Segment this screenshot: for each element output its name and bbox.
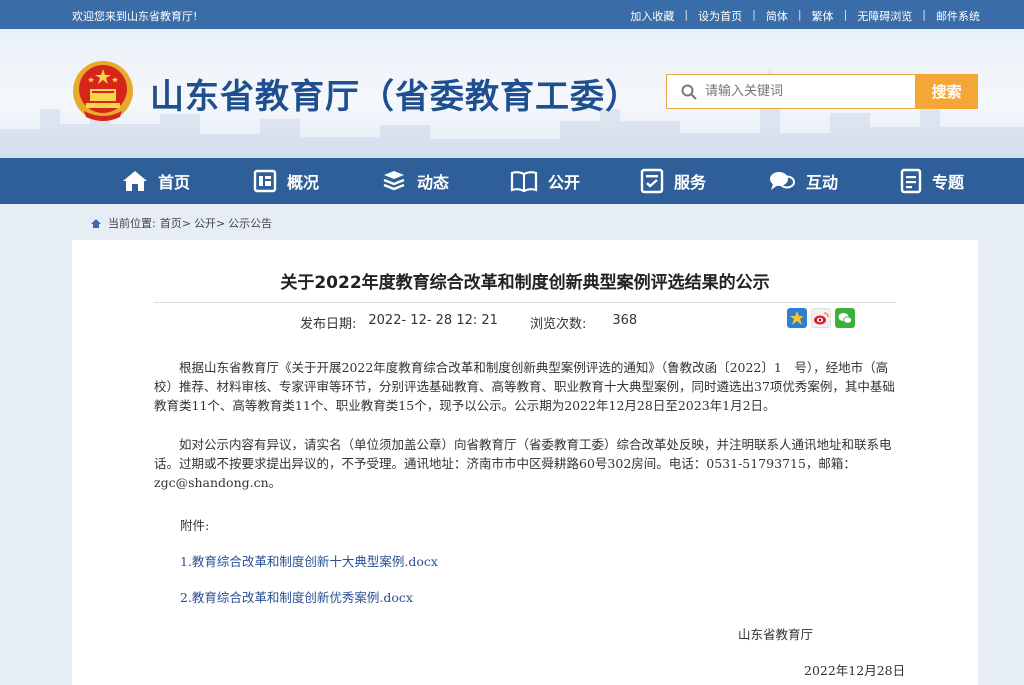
- breadcrumb-notice[interactable]: 公示公告: [228, 215, 272, 231]
- service-icon: [640, 168, 664, 194]
- nav-label: 公开: [548, 173, 581, 192]
- date-value: 2022- 12- 28 12: 21: [368, 313, 498, 328]
- article-title: 关于2022年度教育综合改革和制度创新典型案例评选结果的公示: [280, 273, 770, 293]
- attachment-label: 附件:: [180, 518, 210, 533]
- national-emblem-icon: [73, 61, 133, 121]
- nav-item-news[interactable]: 动态: [381, 158, 449, 204]
- location-home-icon: [91, 218, 101, 228]
- search-button[interactable]: 搜索: [915, 74, 978, 109]
- separator: |: [922, 8, 926, 21]
- title-divider: [154, 302, 896, 303]
- book-icon: [510, 171, 538, 193]
- nav-item-home[interactable]: 首页: [122, 158, 190, 204]
- overview-icon: [253, 169, 277, 193]
- nav-label: 服务: [674, 173, 707, 192]
- search-icon: [681, 84, 697, 100]
- wechat-icon[interactable]: [835, 308, 855, 328]
- accessibility-link[interactable]: 无障碍浏览: [857, 8, 912, 24]
- news-icon: [383, 171, 405, 191]
- nav-label: 首页: [158, 173, 191, 192]
- attachment-link-2[interactable]: 2.教育综合改革和制度创新优秀案例.docx: [180, 587, 413, 606]
- nav-label: 动态: [417, 173, 450, 192]
- views-value: 368: [612, 313, 638, 328]
- main-nav: 首页 概况 动态 公开 服务 互动 专题: [0, 158, 1024, 204]
- article-body: 根据山东省教育厅《关于开展2022年度教育综合改革和制度创新典型案例评选的通知》…: [154, 358, 896, 492]
- add-favorite-link[interactable]: 加入收藏: [630, 8, 674, 24]
- nav-label: 概况: [287, 173, 320, 192]
- traditional-link[interactable]: 繁体: [812, 8, 834, 24]
- breadcrumb-sep: >: [181, 216, 191, 230]
- breadcrumb: 当前位置: 首页 > 公开 > 公示公告: [90, 215, 272, 231]
- breadcrumb-sep: >: [215, 216, 226, 230]
- top-links: 加入收藏 | 设为首页 | 简体 | 繁体 | 无障碍浏览 | 邮件系统: [630, 8, 980, 24]
- separator: |: [797, 8, 802, 21]
- weibo-icon[interactable]: [811, 308, 831, 328]
- nav-item-interact[interactable]: 互动: [768, 158, 838, 204]
- breadcrumb-prefix: 当前位置:: [108, 217, 156, 230]
- share-buttons: [787, 308, 855, 328]
- article-panel: 关于2022年度教育综合改革和制度创新典型案例评选结果的公示 发布日期: 202…: [72, 240, 978, 685]
- nav-item-service[interactable]: 服务: [640, 158, 706, 204]
- article-meta: 发布日期: 2022- 12- 28 12: 21 浏览次数: 368: [300, 313, 637, 332]
- chat-icon: [770, 172, 795, 190]
- set-homepage-link[interactable]: 设为首页: [698, 8, 742, 24]
- simplified-link[interactable]: 简体: [766, 8, 788, 24]
- site-header: 山东省教育厅（省委教育工委） 搜索: [0, 29, 1024, 158]
- date-label: 发布日期:: [300, 317, 357, 332]
- top-bar: 欢迎您来到山东省教育厅! 加入收藏 | 设为首页 | 简体 | 繁体 | 无障碍…: [0, 0, 1024, 29]
- paragraph-1: 根据山东省教育厅《关于开展2022年度教育综合改革和制度创新典型案例评选的通知》…: [154, 360, 895, 413]
- signature-date: 2022年12月28日: [804, 663, 906, 678]
- site-title: 山东省教育厅（省委教育工委）: [150, 77, 640, 117]
- nav-item-public[interactable]: 公开: [510, 158, 580, 204]
- breadcrumb-home[interactable]: 首页: [160, 215, 182, 231]
- separator: |: [752, 8, 756, 21]
- separator: |: [684, 8, 689, 21]
- search-bar: 搜索: [666, 74, 978, 109]
- search-input[interactable]: [705, 84, 905, 99]
- attachment-link-1[interactable]: 1.教育综合改革和制度创新十大典型案例.docx: [180, 551, 438, 570]
- paragraph-2: 如对公示内容有异议，请实名（单位须加盖公章）向省教育厅（省委教育工委）综合改革处…: [154, 437, 892, 490]
- views-label: 浏览次数:: [529, 317, 587, 332]
- nav-item-topic[interactable]: 专题: [900, 158, 964, 204]
- topic-icon: [900, 168, 922, 194]
- signature: 山东省教育厅: [738, 627, 814, 642]
- nav-label: 互动: [806, 173, 839, 192]
- nav-item-overview[interactable]: 概况: [253, 158, 319, 204]
- nav-label: 专题: [932, 173, 965, 192]
- breadcrumb-public[interactable]: 公开: [194, 215, 216, 231]
- separator: |: [843, 8, 848, 21]
- qzone-icon[interactable]: [787, 308, 807, 328]
- mail-system-link[interactable]: 邮件系统: [936, 8, 980, 24]
- search-box: [666, 74, 916, 109]
- home-icon: [123, 171, 147, 191]
- welcome-text: 欢迎您来到山东省教育厅!: [72, 10, 198, 23]
